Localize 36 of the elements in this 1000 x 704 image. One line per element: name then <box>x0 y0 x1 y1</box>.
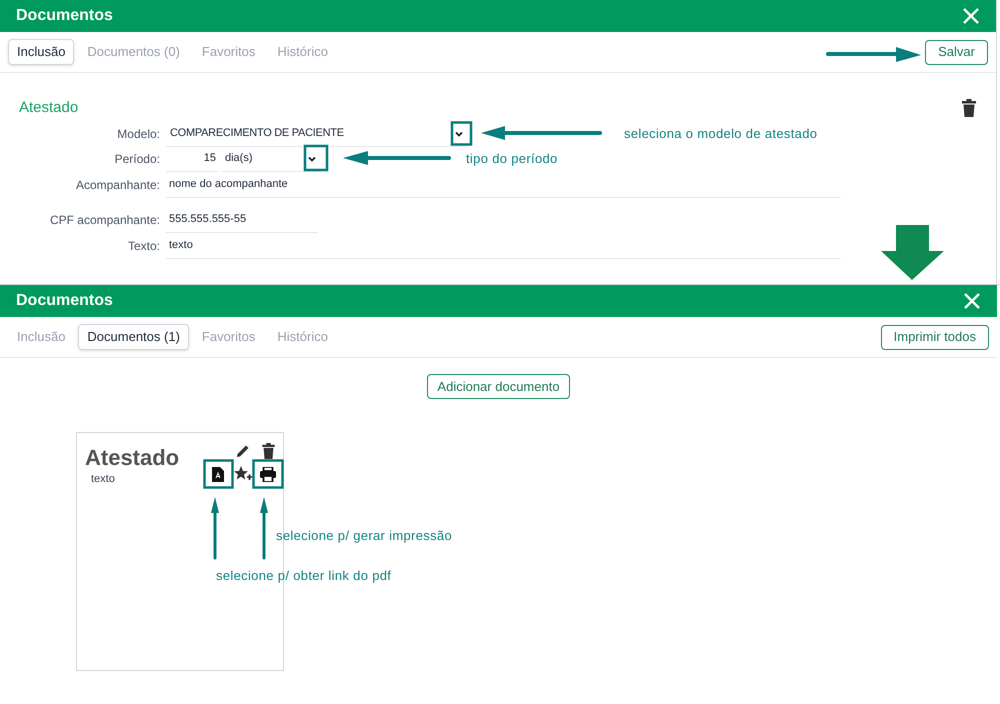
section-title: Atestado <box>19 98 78 118</box>
print-all-button[interactable]: Imprimir todos <box>880 324 989 350</box>
printer-icon[interactable] <box>258 464 278 484</box>
field-label: Acompanhante: <box>74 176 161 194</box>
highlight-frame <box>450 121 472 146</box>
dialog-title: Documentos <box>16 6 113 26</box>
add-document-button[interactable]: Adicionar documento <box>427 374 570 399</box>
field-label: Texto: <box>126 238 161 254</box>
model-select[interactable]: COMPARECIMENTO DE PACIENTE <box>166 122 468 146</box>
down-arrow-icon <box>881 225 944 280</box>
tab[interactable]: Documentos (1) <box>78 324 189 350</box>
trash-icon[interactable] <box>962 99 976 117</box>
annotation-text: tipo do período <box>466 150 558 168</box>
annotation-arrow <box>211 497 219 560</box>
highlight-frame <box>203 459 234 489</box>
highlight-frame <box>304 144 328 172</box>
text-field[interactable]: texto <box>166 232 841 258</box>
tab[interactable]: Inclusão <box>8 39 74 65</box>
field-label: Período: <box>114 151 161 168</box>
field-label: CPF acompanhante: <box>48 212 161 228</box>
close-icon[interactable] <box>963 292 981 310</box>
close-icon[interactable] <box>962 7 980 25</box>
dialog-title: Documentos <box>16 291 113 311</box>
period-type-select[interactable]: dia(s) <box>222 146 322 172</box>
save-button[interactable]: Salvar <box>925 40 988 64</box>
document-title: Atestado <box>85 444 180 472</box>
field-label: Modelo: <box>116 126 161 143</box>
text-field[interactable]: 555.555.555-55 <box>166 206 318 232</box>
highlight-frame <box>252 459 284 489</box>
document-text: texto <box>91 472 115 487</box>
annotation-text: selecione p/ gerar impressão <box>276 527 452 545</box>
annotation-text: selecione p/ obter link do pdf <box>216 567 392 585</box>
annotation-arrow <box>260 497 268 560</box>
annotation-text: seleciona o modelo de atestado <box>624 125 818 143</box>
text-field[interactable]: nome do acompanhante <box>166 172 841 198</box>
period-input[interactable]: 15 <box>166 146 218 172</box>
